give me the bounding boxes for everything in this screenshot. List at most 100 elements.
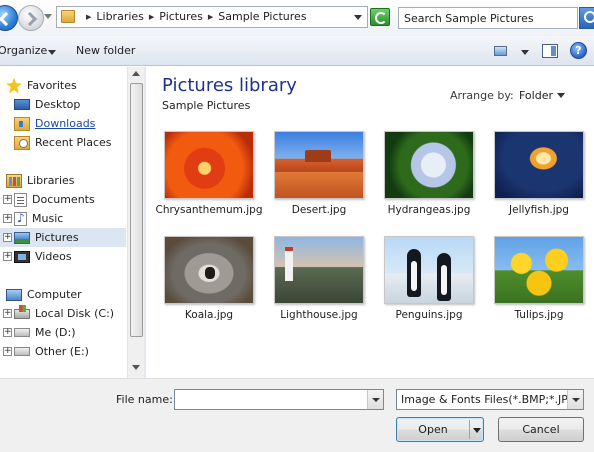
nav-desktop-label: Desktop (35, 98, 81, 111)
search-icon[interactable] (579, 7, 594, 29)
nav-downloads-label: Downloads (35, 117, 96, 130)
nav-other-drive[interactable]: Other (E:) (14, 342, 140, 361)
breadcrumb-arrow-icon[interactable]: ▶ (149, 13, 154, 21)
nav-pictures[interactable]: Pictures (0, 228, 126, 247)
forward-button[interactable] (18, 5, 44, 31)
file-tile[interactable]: Penguins.jpg (374, 236, 484, 322)
dialog-footer: File name: Image & Fonts Files(*.BMP;*.J… (0, 378, 594, 452)
expand-videos-icon[interactable]: + (3, 252, 12, 261)
open-button-label: Open (418, 423, 448, 436)
arrange-by-label: Arrange by: (450, 89, 514, 102)
new-folder-button[interactable]: New folder (76, 44, 135, 57)
cancel-button[interactable]: Cancel (498, 417, 584, 442)
address-bar[interactable]: ▶ Libraries ▶ Pictures ▶ Sample Pictures (56, 6, 368, 28)
music-icon (14, 211, 27, 226)
breadcrumb-libraries[interactable]: Libraries (96, 10, 144, 23)
file-tile[interactable]: Hydrangeas.jpg (374, 131, 484, 217)
image-thumbnail (384, 131, 474, 199)
image-thumbnail (274, 131, 364, 199)
image-thumbnail (494, 236, 584, 304)
address-toolbar: ▶ Libraries ▶ Pictures ▶ Sample Pictures (0, 0, 594, 36)
file-name: Lighthouse.jpg (280, 309, 358, 321)
expand-me-drive-icon[interactable]: + (3, 328, 12, 337)
nav-recent-places[interactable]: Recent Places (14, 133, 140, 152)
file-name-dropdown-icon[interactable] (367, 390, 383, 409)
image-thumbnail (494, 131, 584, 199)
search-input[interactable] (399, 8, 577, 28)
nav-pictures-label: Pictures (35, 231, 79, 244)
file-type-dropdown-icon[interactable] (567, 390, 583, 409)
file-tile[interactable]: Lighthouse.jpg (264, 236, 374, 322)
file-list-pane: Pictures library Sample Pictures Arrange… (146, 67, 594, 378)
scroll-down-arrow-icon[interactable] (132, 365, 140, 370)
command-bar: Organize New folder ? (0, 36, 594, 66)
file-type-value: Image & Fonts Files(*.BMP;*.JPG (401, 393, 577, 406)
view-options-dropdown-icon[interactable] (521, 50, 529, 55)
file-tile[interactable]: Jellyfish.jpg (484, 131, 594, 217)
organize-button[interactable]: Organize (0, 44, 47, 57)
file-name: Jellyfish.jpg (509, 204, 569, 216)
expand-other-drive-icon[interactable]: + (3, 347, 12, 356)
help-icon[interactable]: ? (570, 42, 587, 59)
back-button[interactable] (0, 5, 18, 31)
nav-local-disk[interactable]: Local Disk (C:) (14, 304, 140, 323)
file-tile[interactable]: Chrysanthemum.jpg (154, 131, 264, 217)
star-icon (6, 77, 22, 94)
nav-libraries-label: Libraries (27, 174, 75, 187)
nav-downloads[interactable]: Downloads (14, 114, 140, 133)
nav-videos[interactable]: Videos (14, 247, 140, 266)
preview-pane-icon[interactable] (542, 44, 558, 58)
nav-documents-label: Documents (32, 193, 95, 206)
nav-documents[interactable]: Documents (14, 190, 140, 209)
change-view-icon[interactable] (494, 46, 507, 56)
arrange-by-dropdown[interactable]: Folder (519, 89, 553, 102)
breadcrumb-pictures[interactable]: Pictures (159, 10, 203, 23)
file-tile[interactable]: Tulips.jpg (484, 236, 594, 322)
desktop-icon (14, 99, 30, 110)
drive-icon (14, 347, 30, 356)
expand-local-disk-icon[interactable]: + (3, 309, 12, 318)
breadcrumb-arrow-icon[interactable]: ▶ (208, 13, 213, 21)
nav-favorites[interactable]: Favorites (6, 76, 132, 95)
expand-pictures-icon[interactable]: + (3, 233, 12, 242)
nav-local-disk-label: Local Disk (C:) (35, 307, 115, 320)
nav-libraries[interactable]: Libraries (6, 171, 132, 190)
library-subtitle: Sample Pictures (162, 99, 251, 112)
split-divider (469, 420, 470, 439)
nav-music[interactable]: Music (14, 209, 140, 228)
nav-desktop[interactable]: Desktop (14, 95, 140, 114)
file-name: Penguins.jpg (395, 309, 463, 321)
file-name-input[interactable] (175, 390, 365, 409)
recent-pages-dropdown[interactable] (44, 14, 52, 19)
open-button[interactable]: Open (396, 417, 484, 442)
file-tile[interactable]: Koala.jpg (154, 236, 264, 322)
organize-dropdown-icon[interactable] (48, 50, 56, 55)
breadcrumb: ▶ Libraries ▶ Pictures ▶ Sample Pictures (81, 10, 307, 23)
nav-favorites-label: Favorites (27, 79, 77, 92)
image-thumbnail (384, 236, 474, 304)
file-name: Desert.jpg (291, 204, 347, 216)
address-history-dropdown[interactable] (354, 15, 362, 20)
search-box (398, 7, 578, 29)
drive-icon (14, 328, 30, 337)
refresh-button[interactable] (370, 8, 390, 26)
file-name: Koala.jpg (184, 309, 234, 321)
expand-music-icon[interactable]: + (3, 214, 12, 223)
arrange-by-dropdown-icon[interactable] (557, 93, 565, 98)
navigation-scrollbar[interactable] (127, 67, 144, 378)
recent-places-icon (14, 135, 30, 150)
file-tile[interactable]: Desert.jpg (264, 131, 374, 217)
nav-recent-places-label: Recent Places (35, 136, 112, 149)
image-thumbnail (164, 236, 254, 304)
navigation-pane: Favorites Desktop Downloads Recent Place… (0, 67, 144, 378)
scroll-up-arrow-icon[interactable] (132, 71, 140, 76)
nav-computer[interactable]: Computer (6, 285, 132, 304)
scrollbar-thumb[interactable] (130, 83, 143, 337)
open-options-dropdown-icon[interactable] (473, 428, 481, 433)
expand-documents-icon[interactable]: + (3, 195, 12, 204)
file-type-select[interactable]: Image & Fonts Files(*.BMP;*.JPG (396, 389, 584, 410)
breadcrumb-arrow-icon[interactable]: ▶ (86, 13, 91, 21)
nav-me-drive[interactable]: Me (D:) (14, 323, 140, 342)
file-name: Hydrangeas.jpg (387, 204, 471, 216)
breadcrumb-sample-pictures[interactable]: Sample Pictures (218, 10, 306, 23)
